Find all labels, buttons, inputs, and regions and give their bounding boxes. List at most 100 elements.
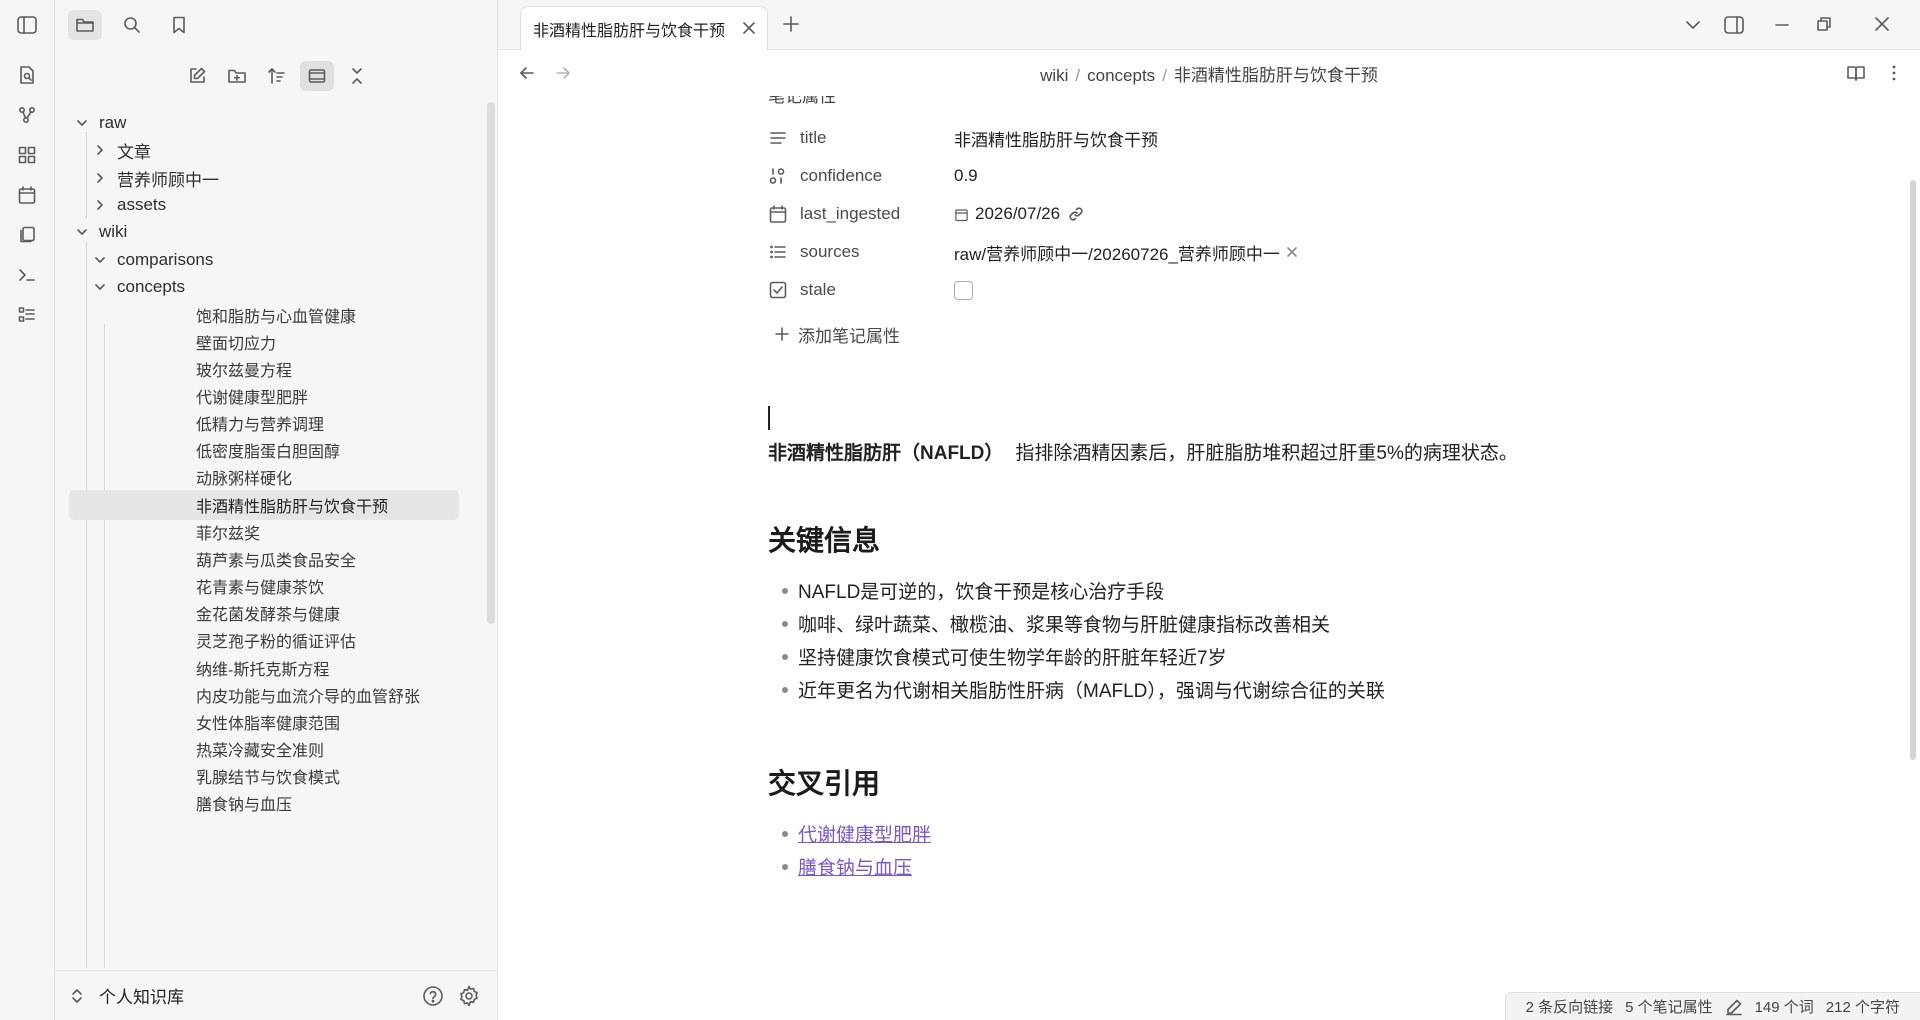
- folder-wiki[interactable]: wiki: [71, 217, 127, 247]
- list-item[interactable]: NAFLD是可逆的，饮食干预是核心治疗手段: [782, 577, 1164, 604]
- edit-mode-icon[interactable]: [1725, 998, 1743, 1016]
- file-item[interactable]: 玻尔兹曼方程: [69, 354, 459, 384]
- date-value[interactable]: 2026/07/26: [975, 204, 1060, 224]
- file-item[interactable]: 膳食钠与血压: [69, 788, 459, 818]
- heading-cross-references: 交叉引用: [768, 768, 881, 799]
- templates-icon[interactable]: [14, 222, 40, 248]
- close-tab-icon[interactable]: [741, 20, 757, 36]
- sidebar-scrollbar[interactable]: [487, 102, 495, 624]
- file-item[interactable]: 热菜冷藏安全准则: [69, 734, 459, 764]
- property-sources[interactable]: sources raw/营养师顾中一/20260726_营养师顾中一: [768, 236, 1468, 268]
- list-item: 膳食钠与血压: [782, 853, 912, 880]
- more-options-icon[interactable]: [1884, 63, 1904, 83]
- calendar-icon[interactable]: [14, 182, 40, 208]
- link-icon[interactable]: [1068, 206, 1084, 222]
- file-item[interactable]: 金花菌发酵茶与健康: [69, 598, 459, 628]
- close-window-icon[interactable]: [1874, 16, 1890, 32]
- folder-raw[interactable]: raw: [71, 108, 126, 138]
- folder-nutritionist[interactable]: 营养师顾中一: [89, 163, 219, 193]
- chevron-right-icon: [89, 167, 111, 189]
- folder-articles[interactable]: 文章: [89, 135, 151, 165]
- file-item[interactable]: 菲尔兹奖: [69, 517, 459, 547]
- number-icon: [768, 166, 800, 186]
- view-header: wiki / concepts / 非酒精性脂肪肝与饮食干预: [498, 50, 1920, 96]
- auto-reveal-icon[interactable]: [300, 61, 334, 91]
- folder-comparisons[interactable]: comparisons: [89, 245, 213, 275]
- file-item[interactable]: 灵芝孢子粉的循证评估: [69, 625, 459, 655]
- file-item[interactable]: 葫芦素与瓜类食品安全: [69, 544, 459, 574]
- list-item: 代谢健康型肥胖: [782, 820, 931, 847]
- file-item[interactable]: 饱和脂肪与心血管健康: [69, 300, 459, 330]
- property-title[interactable]: title 非酒精性脂肪肝与饮食干预: [768, 122, 1468, 154]
- file-item[interactable]: 动脉粥样硬化: [69, 462, 459, 492]
- property-stale[interactable]: stale: [768, 274, 1468, 306]
- list-icon: [768, 242, 800, 262]
- new-note-icon[interactable]: [180, 61, 214, 91]
- tab-bar: 非酒精性脂肪肝与饮食干预: [498, 0, 1920, 51]
- sort-icon[interactable]: [260, 61, 294, 91]
- restore-icon[interactable]: [1816, 16, 1832, 32]
- char-count: 212 个字符: [1825, 999, 1900, 1016]
- intro-paragraph[interactable]: 非酒精性脂肪肝（NAFLD） 指排除酒精因素后，肝脏脂肪堆积超过肝重5%的病理状态…: [768, 438, 1518, 465]
- files-tab-icon[interactable]: [68, 10, 102, 40]
- file-item[interactable]: 代谢健康型肥胖: [69, 381, 459, 411]
- tab-list-chevron-down-icon[interactable]: [1684, 16, 1702, 34]
- chevron-down-icon: [71, 112, 93, 134]
- file-item[interactable]: 纳维-斯托克斯方程: [69, 653, 459, 683]
- remove-tag-icon[interactable]: [1286, 246, 1298, 258]
- canvas-icon[interactable]: [14, 142, 40, 168]
- search-tab-icon[interactable]: [115, 10, 149, 40]
- breadcrumb-concepts[interactable]: concepts: [1087, 66, 1155, 85]
- list-item[interactable]: 坚持健康饮食模式可使生物学年龄的肝脏年轻近7岁: [782, 643, 1227, 670]
- chevron-right-icon: [89, 139, 111, 161]
- tab-active-note[interactable]: 非酒精性脂肪肝与饮食干预: [520, 6, 768, 51]
- vault-switch-icon[interactable]: [69, 987, 89, 1005]
- file-item[interactable]: 低密度脂蛋白胆固醇: [69, 435, 459, 465]
- source-tag[interactable]: raw/营养师顾中一/20260726_营养师顾中一: [954, 240, 1280, 265]
- reading-view-icon[interactable]: [1846, 63, 1866, 83]
- add-property-button[interactable]: 添加笔记属性: [768, 318, 1468, 350]
- file-item[interactable]: 内皮功能与血流介导的血管舒张: [69, 680, 459, 710]
- toggle-sidebar-icon[interactable]: [14, 12, 40, 38]
- backlinks-count[interactable]: 2 条反向链接: [1526, 996, 1614, 1017]
- file-item[interactable]: 低精力与营养调理: [69, 408, 459, 438]
- vault-name[interactable]: 个人知识库: [99, 983, 184, 1008]
- minimize-icon[interactable]: [1774, 17, 1790, 33]
- folder-concepts[interactable]: concepts: [89, 272, 185, 302]
- list-item[interactable]: 近年更名为代谢相关脂肪性肝病（MAFLD），强调与代谢综合征的关联: [782, 676, 1385, 703]
- graph-view-icon[interactable]: [14, 102, 40, 128]
- new-folder-icon[interactable]: [220, 61, 254, 91]
- file-item[interactable]: 乳腺结节与饮食模式: [69, 761, 459, 791]
- breadcrumb-wiki[interactable]: wiki: [1040, 66, 1068, 85]
- toggle-right-sidebar-icon[interactable]: [1723, 14, 1745, 36]
- file-item[interactable]: 女性体脂率健康范围: [69, 707, 459, 737]
- file-tree: raw 文章 营养师顾中一 assets wiki comparisons co…: [55, 108, 485, 968]
- tasks-icon[interactable]: [14, 302, 40, 328]
- file-item-active[interactable]: 非酒精性脂肪肝与饮食干预: [69, 490, 459, 520]
- chevron-down-icon: [89, 276, 111, 298]
- help-icon[interactable]: [421, 984, 445, 1008]
- stale-checkbox[interactable]: [954, 280, 973, 300]
- plus-icon: [768, 326, 798, 342]
- folder-assets[interactable]: assets: [89, 190, 166, 220]
- new-tab-icon[interactable]: [782, 15, 800, 33]
- settings-gear-icon[interactable]: [457, 984, 481, 1008]
- properties-count[interactable]: 5 个笔记属性: [1625, 996, 1713, 1017]
- internal-link[interactable]: 代谢健康型肥胖: [798, 820, 931, 847]
- internal-link[interactable]: 膳食钠与血压: [798, 853, 912, 880]
- tab-title: 非酒精性脂肪肝与饮食干预: [533, 23, 726, 40]
- property-confidence[interactable]: confidence 0.9: [768, 160, 1468, 192]
- file-item[interactable]: 花青素与健康茶饮: [69, 571, 459, 601]
- file-item[interactable]: 壁面切应力: [69, 327, 459, 357]
- forward-arrow-icon[interactable]: [554, 64, 572, 82]
- list-item[interactable]: 咖啡、绿叶蔬菜、橄榄油、浆果等食物与肝脏健康指标改善相关: [782, 610, 1330, 637]
- collapse-all-icon[interactable]: [340, 61, 374, 91]
- quick-switch-icon[interactable]: [14, 62, 40, 88]
- property-last-ingested[interactable]: last_ingested 2026/07/26: [768, 198, 1468, 230]
- bookmarks-tab-icon[interactable]: [162, 10, 196, 40]
- editor-scrollbar[interactable]: [1910, 180, 1916, 760]
- back-arrow-icon[interactable]: [518, 64, 536, 82]
- breadcrumb-note[interactable]: 非酒精性脂肪肝与饮食干预: [1174, 66, 1378, 85]
- terminal-icon[interactable]: [14, 262, 40, 288]
- calendar-icon: [768, 204, 800, 224]
